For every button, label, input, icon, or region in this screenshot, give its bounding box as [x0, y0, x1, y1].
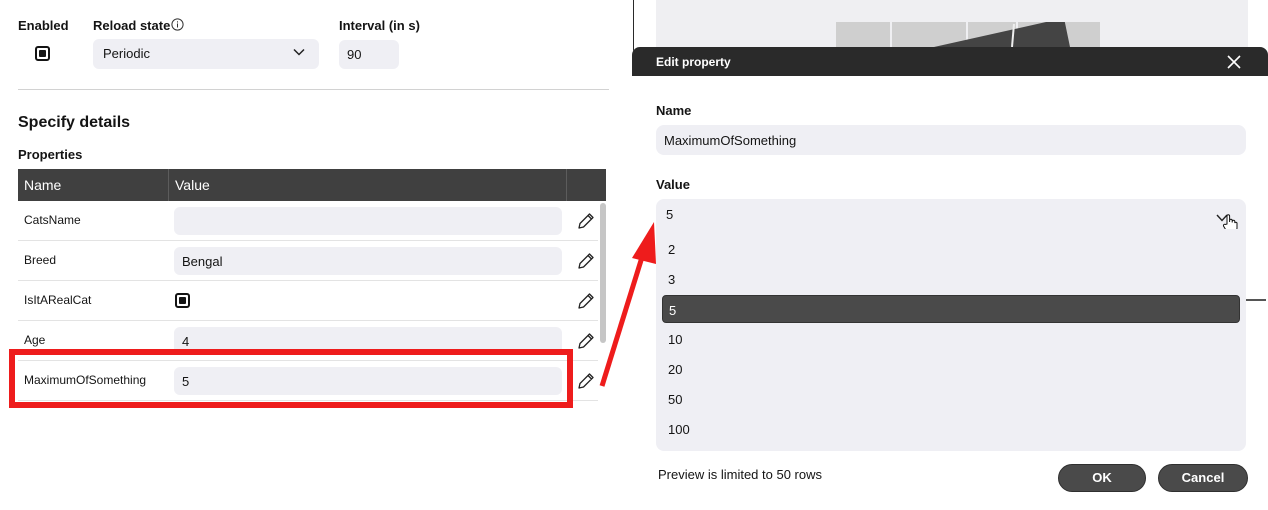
annotation-arrow — [599, 222, 656, 387]
